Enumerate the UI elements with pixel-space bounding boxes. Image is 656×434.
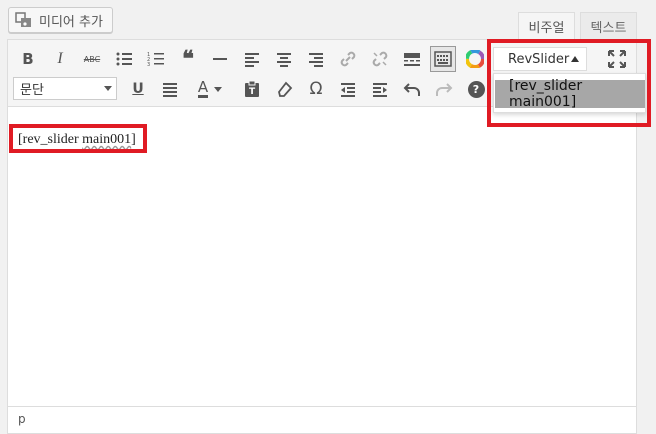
element-path[interactable]: p [18, 412, 26, 426]
clear-formatting-icon[interactable] [272, 77, 296, 101]
revslider-label: RevSlider [508, 51, 570, 67]
editor-content-shortcode[interactable]: [rev_slider main001] [18, 132, 136, 148]
align-right-icon[interactable] [304, 47, 328, 71]
add-media-button[interactable]: 미디어 추가 [8, 7, 113, 33]
add-media-label: 미디어 추가 [39, 14, 103, 30]
svg-text:T: T [249, 87, 256, 97]
paste-as-text-icon[interactable]: T [240, 77, 264, 101]
toolbar-toggle-icon[interactable] [430, 46, 456, 72]
unlink-icon[interactable] [368, 47, 392, 71]
tab-text[interactable]: 텍스트 [580, 12, 637, 39]
text-color-letter: A [197, 78, 209, 98]
shortcode-suffix: ] [131, 132, 136, 147]
caret-up-icon [571, 56, 579, 62]
underline-icon[interactable]: U [126, 77, 150, 101]
shortcode-prefix: [rev_slider [18, 132, 83, 147]
align-center-icon[interactable] [272, 47, 296, 71]
numbered-list-icon[interactable]: 123 [144, 47, 168, 71]
blockquote-icon[interactable]: ❝ [176, 46, 200, 71]
color-wheel-icon[interactable] [463, 47, 487, 71]
revslider-button[interactable]: RevSlider [493, 47, 587, 71]
undo-icon[interactable] [400, 77, 424, 101]
editor-statusbar: p [8, 406, 636, 430]
revslider-dropdown-item[interactable]: [rev_slider main001] [495, 78, 645, 110]
caret-down-icon [214, 86, 223, 92]
revslider-dropdown: [rev_slider main001] [493, 73, 646, 113]
chevron-down-icon [104, 86, 112, 91]
link-icon[interactable] [336, 47, 360, 71]
bold-icon[interactable]: B [16, 47, 40, 71]
special-character-icon[interactable]: Ω [304, 77, 328, 101]
read-more-icon[interactable] [400, 47, 424, 71]
tab-visual[interactable]: 비주얼 [518, 12, 575, 39]
svg-text:3: 3 [147, 62, 150, 68]
shortcode-name: main001 [82, 132, 132, 147]
justify-icon[interactable] [158, 77, 182, 101]
indent-icon[interactable] [368, 77, 392, 101]
text-color-icon[interactable]: A [190, 77, 230, 101]
help-icon[interactable]: ? [464, 77, 488, 101]
format-select-value: 문단 [20, 83, 44, 98]
align-left-icon[interactable] [240, 47, 264, 71]
fullscreen-icon[interactable] [606, 48, 628, 70]
italic-icon[interactable]: I [48, 47, 72, 71]
strikethrough-icon[interactable]: ABC [80, 47, 104, 71]
bullet-list-icon[interactable] [112, 47, 136, 71]
horizontal-line-icon[interactable] [208, 47, 232, 71]
help-glyph: ? [467, 80, 485, 98]
redo-icon[interactable] [432, 77, 456, 101]
media-icon [15, 12, 31, 27]
outdent-icon[interactable] [336, 77, 360, 101]
paragraph-format-select[interactable]: 문단 [13, 77, 117, 100]
